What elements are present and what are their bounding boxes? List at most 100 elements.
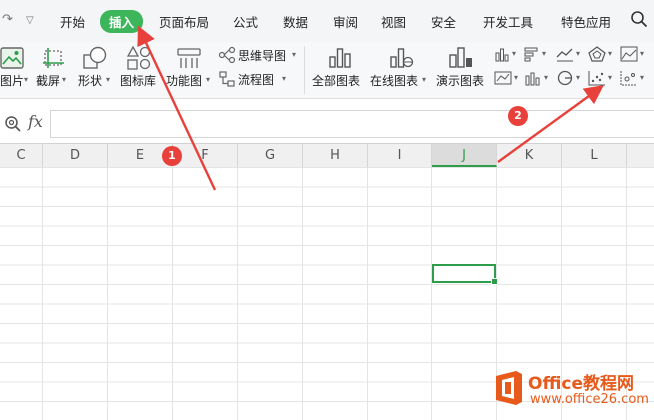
bubble-chart-dropdown-icon[interactable]: ▾ <box>640 73 644 82</box>
picture-dropdown-icon[interactable]: ▾ <box>24 75 28 84</box>
column-header-row: C D E F G H I J K L <box>0 143 654 168</box>
function-chart-dropdown-icon[interactable]: ▾ <box>206 75 210 84</box>
function-chart-button[interactable]: 功能图 ▾ <box>166 42 214 98</box>
radar-chart-icon <box>588 46 606 62</box>
grid-column-line <box>431 167 432 420</box>
search-icon[interactable] <box>630 10 648 28</box>
zoom-icon[interactable] <box>4 115 22 133</box>
mind-map-dropdown-icon[interactable]: ▾ <box>292 50 296 59</box>
formula-input[interactable] <box>50 110 654 138</box>
icon-library-button[interactable]: 图标库 <box>120 42 162 98</box>
column-header-c[interactable]: C <box>0 144 43 167</box>
area-chart-dropdown-icon[interactable]: ▾ <box>640 49 644 58</box>
bar-chart-button[interactable]: ▾ <box>524 46 550 64</box>
line-chart-dropdown-icon[interactable]: ▾ <box>576 49 580 58</box>
flowchart-dropdown-icon[interactable]: ▾ <box>282 74 286 83</box>
presentation-charts-button[interactable]: 演示图表 <box>436 42 488 98</box>
office-logo-icon <box>496 371 522 405</box>
quick-access-dropdown-icon[interactable]: ▽ <box>26 15 34 26</box>
combo-chart-dropdown-icon[interactable]: ▾ <box>544 73 548 82</box>
column-chart-dropdown-icon[interactable]: ▾ <box>512 49 516 58</box>
menu-bar: ↷ ▽ 开始 插入 页面布局 公式 数据 审阅 视图 安全 开发工具 特色应用 <box>0 0 654 43</box>
redo-icon[interactable]: ↷ <box>2 12 13 27</box>
column-chart-icon <box>495 48 509 62</box>
line-chart-button[interactable]: ▾ <box>556 46 582 64</box>
tab-formulas[interactable]: 公式 <box>233 12 258 31</box>
presentation-charts-label: 演示图表 <box>436 74 485 88</box>
grid-column-line <box>367 167 368 420</box>
screenshot-label: 截屏 <box>36 74 61 88</box>
bar-chart-dropdown-icon[interactable]: ▾ <box>542 49 546 58</box>
tab-insert[interactable]: 插入 <box>100 10 144 33</box>
screenshot-dropdown-icon[interactable]: ▾ <box>62 75 66 84</box>
combo-chart-button[interactable]: ▾ <box>524 70 552 88</box>
formula-bar: fx <box>0 106 654 140</box>
presentation-charts-icon <box>449 47 472 68</box>
column-chart-button[interactable]: ▾ <box>494 46 520 64</box>
fx-icon[interactable]: fx <box>28 112 43 131</box>
column-header-d[interactable]: D <box>43 144 108 167</box>
online-charts-icon <box>390 48 414 68</box>
watermark-title: Office教程网 <box>528 374 635 394</box>
column-header-j[interactable]: J <box>432 144 497 167</box>
online-charts-label: 在线图表 <box>370 74 419 88</box>
watermark-url: www.office26.com <box>530 392 649 407</box>
bubble-chart-icon <box>620 71 637 86</box>
online-charts-button[interactable]: 在线图表 ▾ <box>370 42 430 98</box>
fill-handle[interactable] <box>491 278 498 285</box>
picture-label: 图片 <box>0 74 25 88</box>
radar-chart-button[interactable]: ▾ <box>588 46 616 64</box>
picture-button[interactable]: 图片 ▾ <box>0 42 32 98</box>
ribbon-insert: 图片 ▾ 截屏 ▾ 形状 ▾ 图标库 功能图 ▾ 思维导图 ▾ 流程图 ▾ 全部… <box>0 42 654 99</box>
grid-column-line <box>42 167 43 420</box>
pie-chart-icon <box>557 70 573 86</box>
column-header-f[interactable]: F <box>173 144 238 167</box>
bubble-chart-button[interactable]: ▾ <box>620 70 650 88</box>
all-charts-button[interactable]: 全部图表 <box>312 42 368 98</box>
tab-view[interactable]: 视图 <box>381 12 406 31</box>
combo-chart-icon <box>525 72 540 86</box>
scatter-chart-dropdown-icon[interactable]: ▾ <box>608 73 612 82</box>
all-charts-label: 全部图表 <box>312 74 361 88</box>
tab-review[interactable]: 审阅 <box>333 12 358 31</box>
shapes-button[interactable]: 形状 ▾ <box>78 42 116 98</box>
tab-security[interactable]: 安全 <box>431 12 456 31</box>
area-chart-icon <box>620 46 638 62</box>
icon-library-icon <box>126 46 151 70</box>
column-header-h[interactable]: H <box>303 144 368 167</box>
tab-data[interactable]: 数据 <box>283 12 308 31</box>
ribbon-separator <box>304 46 305 94</box>
mind-map-button[interactable]: 思维导图 ▾ <box>218 46 300 66</box>
flowchart-button[interactable]: 流程图 ▾ <box>218 70 290 90</box>
pie-chart-dropdown-icon[interactable]: ▾ <box>576 73 580 82</box>
tab-special-apps[interactable]: 特色应用 <box>561 12 611 31</box>
column-header-g[interactable]: G <box>238 144 303 167</box>
shapes-dropdown-icon[interactable]: ▾ <box>106 75 110 84</box>
shapes-icon <box>83 46 107 69</box>
scatter-chart-button[interactable]: ▾ <box>588 70 616 88</box>
tab-home[interactable]: 开始 <box>60 12 85 31</box>
stock-chart-dropdown-icon[interactable]: ▾ <box>514 73 518 82</box>
tab-developer-tools[interactable]: 开发工具 <box>483 12 533 31</box>
selected-cell[interactable] <box>432 264 498 285</box>
area-chart-button[interactable]: ▾ <box>620 46 650 64</box>
radar-chart-dropdown-icon[interactable]: ▾ <box>608 49 612 58</box>
stock-chart-button[interactable]: ▾ <box>494 70 520 88</box>
stock-chart-icon <box>494 71 512 85</box>
icon-library-label: 图标库 <box>120 74 157 88</box>
mind-map-icon <box>218 46 236 64</box>
line-chart-icon <box>556 48 573 62</box>
column-header-l[interactable]: L <box>562 144 627 167</box>
screenshot-button[interactable]: 截屏 ▾ <box>36 42 72 98</box>
bar-chart-icon <box>524 47 538 62</box>
online-charts-dropdown-icon[interactable]: ▾ <box>422 75 426 84</box>
picture-icon <box>0 47 24 69</box>
column-header-k[interactable]: K <box>497 144 562 167</box>
annotation-badge-1: 1 <box>162 146 182 166</box>
tab-page-layout[interactable]: 页面布局 <box>159 12 209 31</box>
pie-chart-button[interactable]: ▾ <box>556 70 584 88</box>
column-header-i[interactable]: I <box>368 144 432 167</box>
function-chart-label: 功能图 <box>166 74 203 88</box>
grid-column-line <box>237 167 238 420</box>
flowchart-label: 流程图 <box>238 73 275 87</box>
